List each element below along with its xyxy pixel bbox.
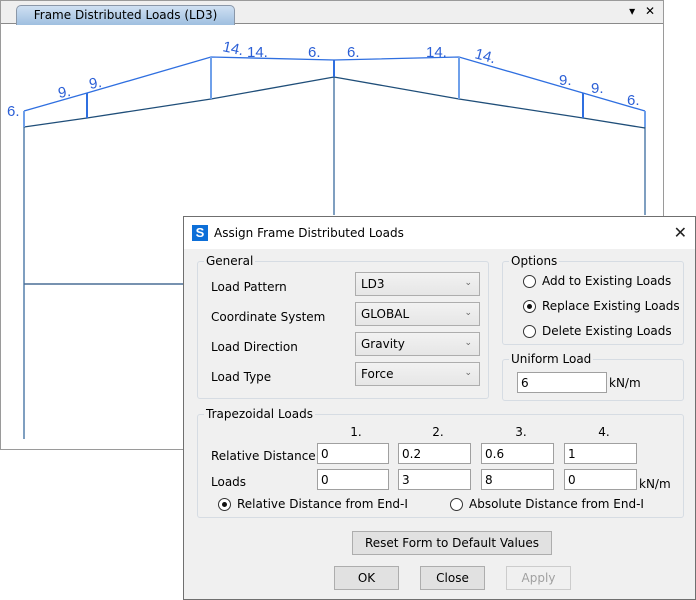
loads-unit: kN/m [639,477,671,491]
dropdown-arrow-icon[interactable]: ▾ [629,4,635,18]
dialog-titlebar[interactable]: S Assign Frame Distributed Loads ✕ [184,217,695,249]
load-pattern-select[interactable]: LD3 ⌄ [355,272,480,296]
radio-circle[interactable] [450,497,463,511]
view-tabbar: Frame Distributed Loads (LD3) ▾ ✕ [1,1,663,25]
general-group: General Load Pattern Coordinate System L… [197,254,489,399]
coordinate-system-select[interactable]: GLOBAL ⌄ [355,302,480,326]
load-type-select[interactable]: Force ⌄ [355,362,480,386]
load-label: 14. [221,38,245,59]
general-group-label: General [204,254,256,268]
uniform-load-group-label: Uniform Load [509,352,594,366]
load-label: 14. [426,44,447,61]
trapezoidal-loads-group: Trapezoidal Loads 1. 2. 3. 4. Relative D… [197,407,684,518]
close-icon[interactable]: ✕ [674,223,687,242]
load-label: 14. [473,45,498,67]
load-pattern-value: LD3 [361,277,385,291]
radio-add-to-existing[interactable]: Add to Existing Loads [523,274,671,288]
load-input-2[interactable] [398,469,471,490]
load-label: 9. [88,74,103,93]
load-input-4[interactable] [564,469,637,490]
radio-delete-existing[interactable]: Delete Existing Loads [523,324,672,338]
reset-defaults-button[interactable]: Reset Form to Default Values [352,531,552,555]
view-tab-controls: ▾ ✕ [623,4,655,18]
distance-input-1[interactable] [317,443,389,464]
chevron-down-icon: ⌄ [464,308,472,318]
radio-circle-selected[interactable] [523,299,536,313]
dialog-title: Assign Frame Distributed Loads [214,226,404,240]
load-label: 9. [57,83,72,102]
column-header: 1. [350,425,362,439]
chevron-down-icon: ⌄ [464,338,472,348]
load-input-3[interactable] [481,469,554,490]
tab-frame-distributed-loads[interactable]: Frame Distributed Loads (LD3) [16,5,235,25]
radio-label: Relative Distance from End-I [237,497,408,511]
chevron-down-icon: ⌄ [464,368,472,378]
close-button[interactable]: Close [420,566,485,590]
load-label: 6. [627,92,640,109]
radio-label: Add to Existing Loads [542,274,672,288]
distance-input-4[interactable] [564,443,637,464]
radio-label: Absolute Distance from End-I [469,497,644,511]
load-label: 6. [347,44,360,61]
load-label: 9. [559,72,572,89]
coordinate-system-value: GLOBAL [361,307,410,321]
column-header: 2. [432,425,444,439]
load-direction-value: Gravity [361,337,405,351]
load-label: 6. [308,44,321,61]
load-direction-label: Load Direction [211,340,298,354]
loads-label: Loads [211,475,247,489]
radio-absolute-distance[interactable]: Absolute Distance from End-I [450,497,644,511]
ok-button[interactable]: OK [334,566,399,590]
load-pattern-label: Load Pattern [211,280,287,294]
load-label: 14. [247,44,268,61]
coordinate-system-label: Coordinate System [211,310,326,324]
load-type-value: Force [361,367,394,381]
relative-distance-label: Relative Distance [211,449,316,463]
uniform-load-group: Uniform Load kN/m [502,352,684,401]
assign-frame-distributed-loads-dialog: S Assign Frame Distributed Loads ✕ Gener… [183,216,696,600]
apply-button[interactable]: Apply [506,566,571,590]
load-type-label: Load Type [211,370,272,384]
load-label: 9. [591,80,604,97]
radio-circle-selected[interactable] [218,497,231,511]
column-header: 3. [515,425,527,439]
distance-input-3[interactable] [481,443,554,464]
app-logo-icon: S [192,225,208,241]
radio-label: Replace Existing Loads [542,299,680,313]
close-icon[interactable]: ✕ [645,4,655,18]
radio-relative-distance[interactable]: Relative Distance from End-I [218,497,408,511]
trapezoidal-group-label: Trapezoidal Loads [204,407,315,421]
radio-circle[interactable] [523,324,536,338]
uniform-load-unit: kN/m [609,376,641,390]
uniform-load-input[interactable] [517,372,607,393]
load-direction-select[interactable]: Gravity ⌄ [355,332,480,356]
chevron-down-icon: ⌄ [464,278,472,288]
distance-input-2[interactable] [398,443,471,464]
load-label: 6. [7,103,20,120]
radio-circle[interactable] [523,274,536,288]
load-input-1[interactable] [317,469,389,490]
options-group: Options Add to Existing Loads Replace Ex… [502,254,684,345]
radio-label: Delete Existing Loads [542,324,672,338]
column-header: 4. [598,425,610,439]
radio-replace-existing[interactable]: Replace Existing Loads [523,299,680,313]
options-group-label: Options [509,254,560,268]
